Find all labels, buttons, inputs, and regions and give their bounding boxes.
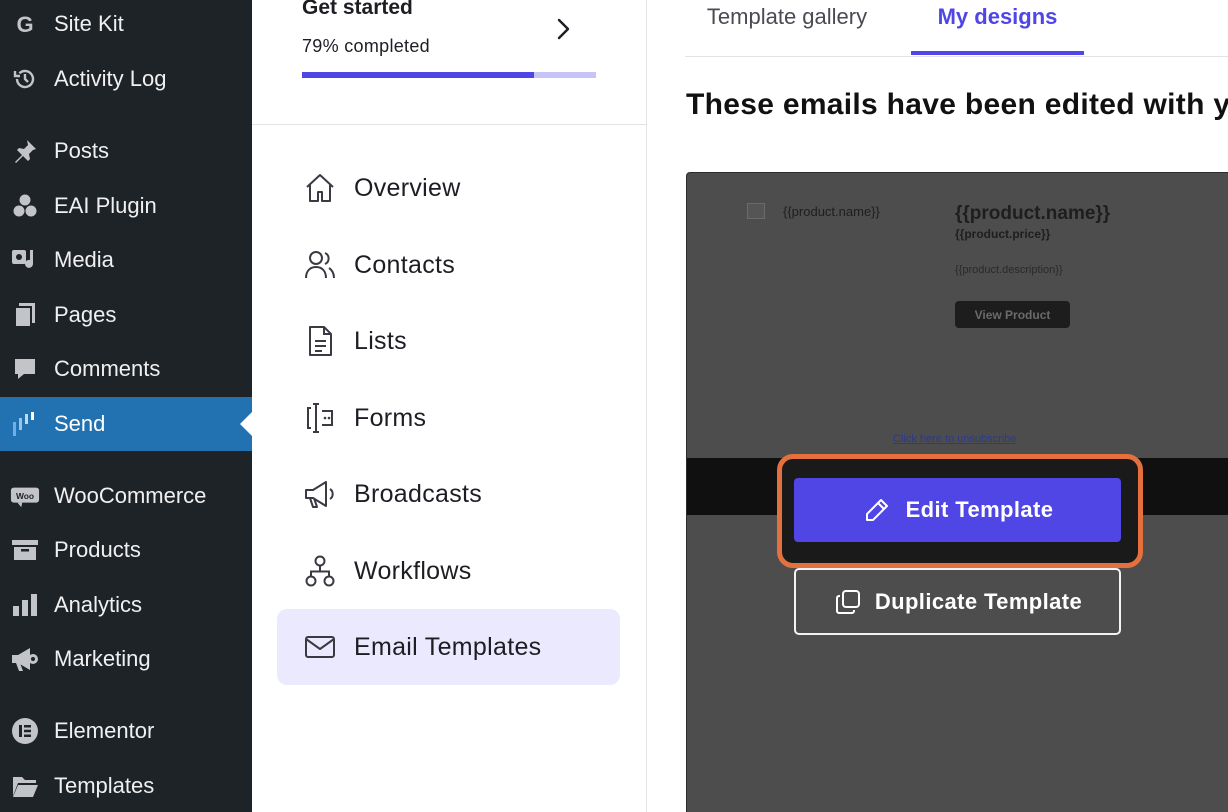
screen: G Site Kit Activity Log Posts EAI Plugin xyxy=(0,0,1228,812)
wp-menu-label: Comments xyxy=(54,356,161,381)
edit-template-button[interactable]: Edit Template xyxy=(794,478,1121,542)
wp-menu-item-woocommerce[interactable]: Woo WooCommerce xyxy=(0,469,252,523)
pencil-icon xyxy=(862,495,892,525)
wp-menu-item-send[interactable]: Send xyxy=(0,397,252,451)
edit-template-label: Edit Template xyxy=(905,497,1054,522)
site-kit-icon: G xyxy=(10,9,40,39)
wp-admin-sidebar: G Site Kit Activity Log Posts EAI Plugin xyxy=(0,0,252,812)
chevron-right-icon[interactable] xyxy=(552,14,576,44)
get-started-title: Get started xyxy=(302,0,413,19)
wp-menu-item-site-kit[interactable]: G Site Kit xyxy=(0,0,252,51)
media-icon xyxy=(10,245,40,275)
nav-item-broadcasts[interactable]: Broadcasts xyxy=(277,456,620,532)
main-content: Template gallery My designs These emails… xyxy=(647,0,1228,812)
form-icon xyxy=(303,401,337,435)
wp-menu-label: Posts xyxy=(54,138,110,163)
progress-label: 79% completed xyxy=(302,36,430,56)
preview-product-name: {{product.name}} xyxy=(955,203,1111,224)
wp-menu-label: WooCommerce xyxy=(54,483,207,508)
wp-menu-label: Activity Log xyxy=(54,66,167,91)
wp-menu-item-pages[interactable]: Pages xyxy=(0,288,252,342)
nav-item-email-templates[interactable]: Email Templates xyxy=(277,609,620,685)
duplicate-template-button[interactable]: Duplicate Template xyxy=(794,568,1121,635)
nav-item-label: Forms xyxy=(354,403,427,432)
wp-menu-item-elementor[interactable]: Elementor xyxy=(0,704,252,758)
wp-menu-item-media[interactable]: Media xyxy=(0,233,252,287)
progress-bar-fill xyxy=(302,72,535,78)
nav-item-forms[interactable]: Forms xyxy=(277,380,620,456)
wp-menu-label: Media xyxy=(54,247,114,272)
home-icon xyxy=(303,171,337,205)
divider xyxy=(252,124,647,125)
contacts-icon xyxy=(303,248,337,282)
nav-item-label: Overview xyxy=(354,173,461,202)
wp-menu-item-templates[interactable]: Templates xyxy=(0,759,252,812)
comment-icon xyxy=(10,354,40,384)
wp-menu-item-comments[interactable]: Comments xyxy=(0,342,252,396)
nav-item-label: Broadcasts xyxy=(354,479,483,508)
copy-icon xyxy=(833,587,863,617)
nav-item-label: Contacts xyxy=(354,250,456,279)
nav-item-workflows[interactable]: Workflows xyxy=(277,533,620,609)
svg-text:G: G xyxy=(16,12,33,36)
duplicate-template-label: Duplicate Template xyxy=(874,588,1083,614)
pages-icon xyxy=(10,300,40,330)
nav-item-label: Workflows xyxy=(354,556,472,585)
pin-icon xyxy=(10,136,40,166)
wp-menu-item-eai-plugin[interactable]: EAI Plugin xyxy=(0,179,252,233)
send-icon xyxy=(10,409,40,439)
wp-menu-label: Analytics xyxy=(54,592,143,617)
wp-menu-label: Marketing xyxy=(54,646,151,671)
progress-bar xyxy=(302,72,596,78)
elementor-icon xyxy=(10,716,40,746)
tab-template-gallery[interactable]: Template gallery xyxy=(687,0,887,56)
preview-product-price: {{product.price}} xyxy=(955,227,1051,241)
wp-menu-label: Elementor xyxy=(54,718,155,743)
get-started-panel[interactable]: Get started 79% completed xyxy=(302,0,596,100)
document-icon xyxy=(303,324,337,358)
nav-item-overview[interactable]: Overview xyxy=(277,150,620,226)
preview-view-product-button: View Product xyxy=(955,301,1070,328)
bar-chart-icon xyxy=(10,590,40,620)
preview-unsubscribe-link: Click here to unsubscribe xyxy=(893,433,1017,445)
archive-icon xyxy=(10,535,40,565)
tab-my-designs[interactable]: My designs xyxy=(911,0,1084,56)
wp-menu-label: Site Kit xyxy=(54,11,124,36)
folder-icon xyxy=(10,771,40,801)
active-tab-indicator xyxy=(911,51,1084,55)
wp-menu-label: Templates xyxy=(54,773,155,798)
preview-image-alt: {{product.name}} xyxy=(783,204,880,219)
nav-item-label: Email Templates xyxy=(354,632,542,661)
wp-menu-label: Send xyxy=(54,411,106,436)
megaphone-icon xyxy=(10,644,40,674)
tabs-divider xyxy=(685,56,1228,57)
workflow-icon xyxy=(303,554,337,588)
eai-plugin-icon xyxy=(10,191,40,221)
wp-menu-item-activity-log[interactable]: Activity Log xyxy=(0,52,252,106)
page-heading: These emails have been edited with yo xyxy=(686,88,1228,121)
wp-menu-item-posts[interactable]: Posts xyxy=(0,124,252,178)
svg-text:Woo: Woo xyxy=(16,491,34,501)
broken-image-icon xyxy=(747,203,765,219)
wp-menu-label: Products xyxy=(54,537,141,562)
wp-menu-label: EAI Plugin xyxy=(54,193,157,218)
woocommerce-icon: Woo xyxy=(10,481,40,511)
wp-menu-item-analytics[interactable]: Analytics xyxy=(0,578,252,632)
nav-item-lists[interactable]: Lists xyxy=(277,303,620,379)
mail-icon xyxy=(303,630,337,664)
megaphone-icon xyxy=(303,477,337,511)
wp-menu-item-marketing[interactable]: Marketing xyxy=(0,632,252,686)
activity-log-icon xyxy=(10,64,40,94)
nav-item-contacts[interactable]: Contacts xyxy=(277,227,620,303)
preview-product-description: {{product.description}} xyxy=(955,264,1063,276)
wp-menu-label: Pages xyxy=(54,302,117,327)
nav-item-label: Lists xyxy=(354,326,407,355)
wp-menu-item-products[interactable]: Products xyxy=(0,523,252,577)
